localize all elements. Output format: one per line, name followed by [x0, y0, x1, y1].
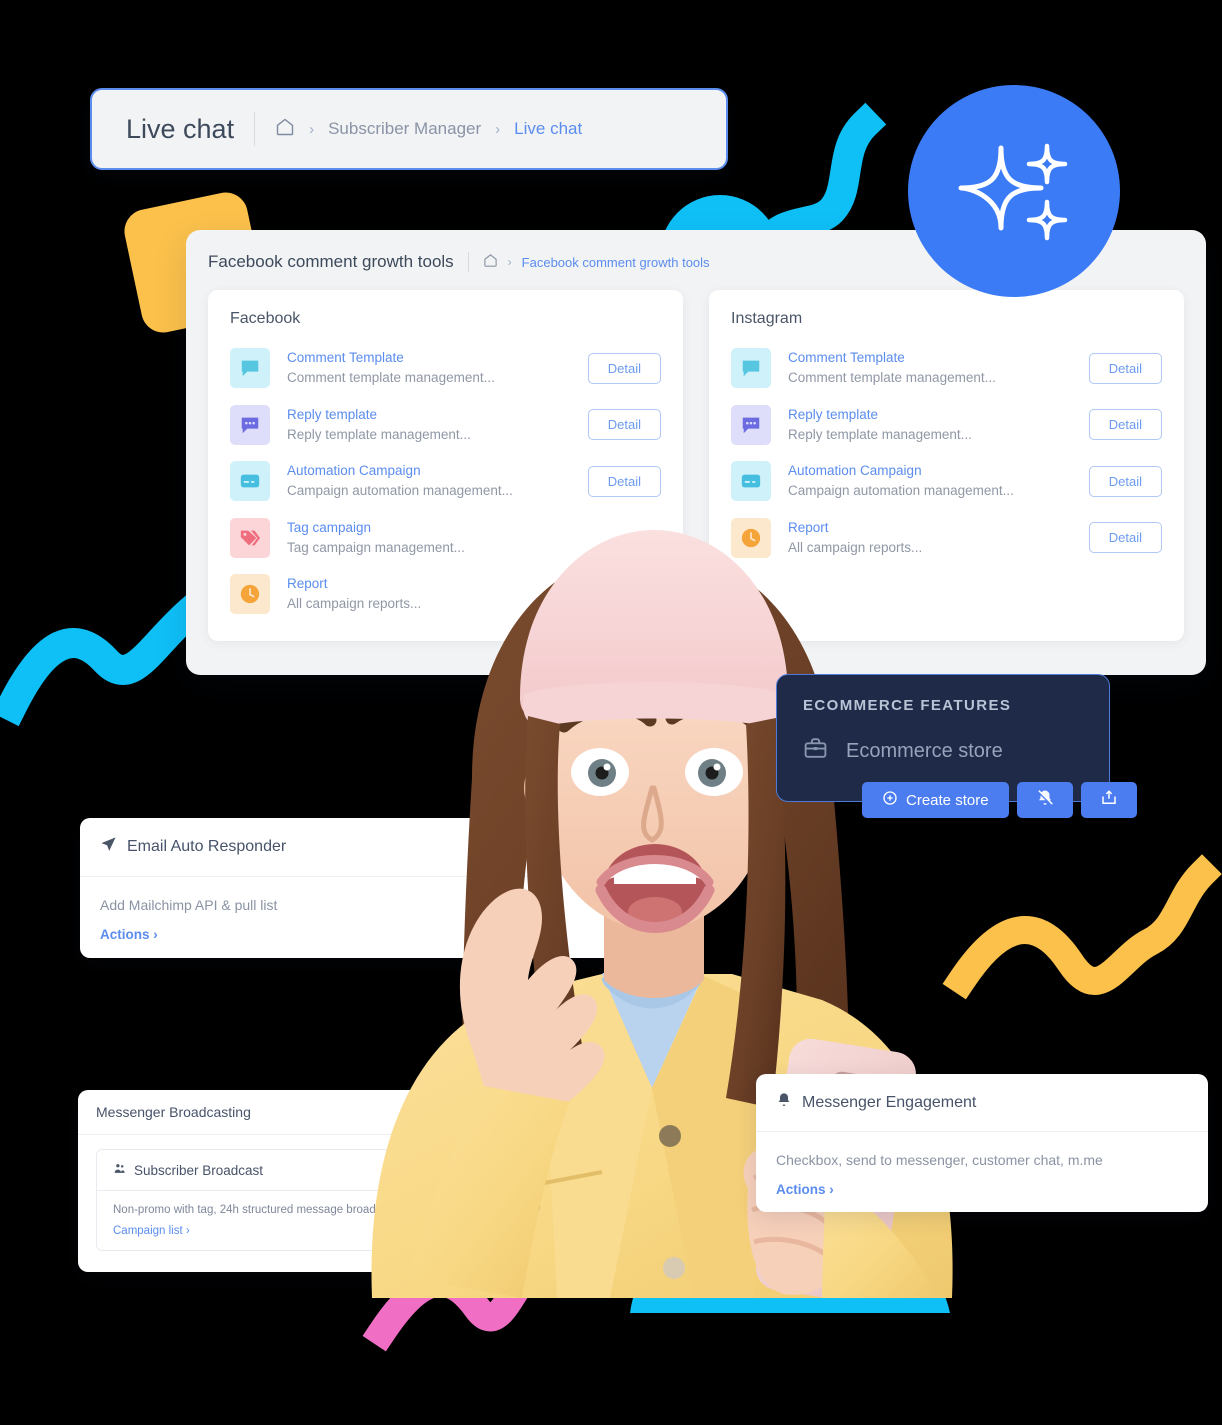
yellow-squiggle-right — [942, 854, 1222, 1000]
divider — [467, 252, 469, 272]
tool-desc: Comment template management... — [287, 370, 495, 386]
live-chat-breadcrumb-bar: Live chat › Subscriber Manager › Live ch… — [90, 88, 728, 170]
tool-desc: Comment template management... — [788, 370, 996, 386]
card-description: Checkbox, send to messenger, customer ch… — [776, 1152, 1103, 1168]
tool-title[interactable]: Automation Campaign — [287, 461, 588, 481]
card-body: Checkbox, send to messenger, customer ch… — [756, 1132, 1208, 1212]
inner-title: Subscriber Broadcast — [134, 1162, 264, 1178]
comment-bubble-icon — [230, 348, 270, 389]
tool-desc: Reply template management... — [788, 426, 972, 442]
detail-button[interactable]: Detail — [1088, 465, 1162, 497]
detail-button[interactable]: Detail — [1088, 352, 1162, 384]
actions-link[interactable]: Actions › — [776, 1182, 1188, 1197]
ecommerce-card-title: ECOMMERCE FEATURES — [803, 697, 1012, 714]
detail-button[interactable]: Detail — [1088, 409, 1162, 441]
create-store-label: Create store — [906, 791, 989, 809]
breadcrumb-separator: › — [507, 255, 512, 269]
tool-row[interactable]: Comment Template Comment template manage… — [230, 340, 661, 397]
reply-bubble-icon — [230, 404, 270, 445]
export-button[interactable] — [1080, 782, 1137, 818]
panel-title: Facebook comment growth tools — [208, 252, 454, 271]
tool-title[interactable]: Reply template — [287, 405, 588, 425]
reply-bubble-icon — [731, 404, 771, 445]
page-title: Live chat — [126, 113, 235, 144]
tag-icon — [230, 517, 270, 558]
card-title: Email Auto Responder — [127, 838, 287, 855]
breadcrumb-separator: › — [309, 120, 315, 138]
bell-icon — [776, 1092, 792, 1113]
home-icon[interactable] — [483, 253, 498, 271]
divider — [254, 112, 256, 146]
breadcrumb-link[interactable]: Facebook comment growth tools — [522, 255, 710, 270]
home-icon[interactable] — [275, 117, 295, 142]
plus-circle-icon — [882, 790, 898, 810]
tool-desc: Reply template management... — [287, 426, 471, 442]
comment-bubble-icon — [731, 348, 771, 389]
card-title: Messenger Broadcasting — [96, 1104, 251, 1120]
breadcrumb: › Subscriber Manager › Live chat — [275, 117, 582, 142]
jacket-button — [659, 1125, 681, 1147]
cyan-squiggle-top — [744, 102, 887, 266]
messenger-engagement-card: Messenger Engagement Checkbox, send to m… — [756, 1074, 1208, 1212]
paper-plane-icon — [100, 836, 117, 858]
tool-row[interactable]: Reply template Reply template management… — [731, 397, 1162, 454]
facebook-card-heading: Facebook — [230, 310, 301, 327]
tool-title[interactable]: Automation Campaign — [788, 461, 1089, 481]
breadcrumb-separator: › — [495, 120, 501, 138]
detail-button[interactable]: Detail — [1088, 522, 1162, 554]
bell-off-icon — [1036, 789, 1054, 811]
clock-icon — [230, 574, 270, 615]
export-box-icon — [1100, 789, 1118, 811]
automation-card-icon — [230, 461, 270, 502]
tool-title[interactable]: Comment Template — [287, 348, 588, 368]
jacket-button — [663, 1257, 685, 1279]
panel-breadcrumb: › Facebook comment growth tools — [483, 253, 710, 271]
tool-title[interactable]: Reply template — [788, 405, 1089, 425]
hero-composition: Facebook comment growth tools › Facebook… — [0, 0, 1222, 1425]
ecommerce-action-buttons: Create store — [862, 782, 1137, 818]
breadcrumb-item-subscriber-manager[interactable]: Subscriber Manager — [328, 119, 481, 139]
instagram-card-heading: Instagram — [731, 310, 803, 327]
detail-button[interactable]: Detail — [587, 409, 661, 441]
tool-row[interactable]: Comment Template Comment template manage… — [731, 340, 1162, 397]
mute-notifications-button[interactable] — [1016, 782, 1073, 818]
panel-header: Facebook comment growth tools › Facebook… — [186, 230, 1206, 272]
tool-title[interactable]: Comment Template — [788, 348, 1089, 368]
card-title: Messenger Engagement — [802, 1093, 977, 1111]
people-icon — [113, 1162, 126, 1178]
briefcase-icon — [803, 736, 828, 766]
create-store-button[interactable]: Create store — [862, 782, 1009, 818]
ecommerce-store-label: Ecommerce store — [846, 739, 1003, 762]
detail-button[interactable]: Detail — [587, 352, 661, 384]
tool-row[interactable]: Reply template Reply template management… — [230, 397, 661, 454]
card-header: Messenger Engagement — [756, 1074, 1208, 1132]
breadcrumb-item-live-chat[interactable]: Live chat — [514, 119, 582, 139]
ecommerce-store-row[interactable]: Ecommerce store — [803, 736, 1083, 766]
